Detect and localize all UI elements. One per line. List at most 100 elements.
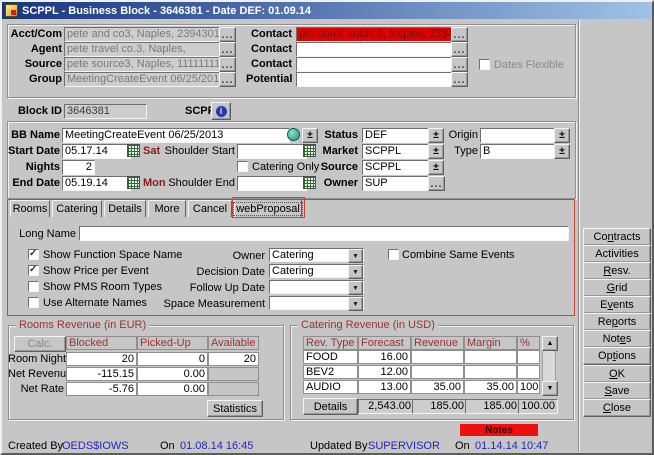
catering-cell: 16.00 [358,350,411,364]
shoulder-end-calendar-icon[interactable] [303,176,316,189]
origin-lov-button[interactable]: ± [554,128,570,143]
calc-button[interactable]: Calc. [14,336,66,352]
scroll-up-icon[interactable]: ▲ [542,336,558,351]
activities-button[interactable]: Activities [583,245,651,263]
tab-rooms[interactable]: Rooms [10,200,50,217]
close-button[interactable]: Close [583,399,651,417]
ok-button[interactable]: OK [583,365,651,383]
bb-source-label: Source [316,161,358,174]
start-dow-text: Sat [143,145,160,158]
dropdown-arrow-icon[interactable]: ▼ [348,249,363,263]
agent-field[interactable]: pete travel co.3, Naples, [64,42,223,57]
language-globe-icon[interactable] [287,128,300,141]
grid-button[interactable]: Grid [583,279,651,297]
contact3-ellipsis-button[interactable]: ... [451,57,468,72]
tab-more[interactable]: More [148,200,186,217]
shoulder-start-calendar-icon[interactable] [303,144,316,157]
combine-same-events-checkbox[interactable] [388,249,399,260]
shoulder-start-field[interactable] [237,144,307,159]
contact1-ellipsis-button[interactable]: ... [451,27,468,42]
origin-field[interactable] [480,128,558,143]
show-function-space-name-checkbox[interactable] [28,249,39,260]
tab-cancel[interactable]: Cancel [188,200,232,217]
start-date-calendar-icon[interactable] [127,144,140,157]
rooms-row-label: Room Nights [8,353,64,366]
contact1-label: Contact [246,28,292,41]
catering-cell: AUDIO [303,380,358,394]
combine-same-events-label: Combine Same Events [402,249,515,262]
created-on-label: On [160,441,175,452]
source-field[interactable]: pete source3, Naples, 1111111111 [64,57,223,72]
type-lov-button[interactable]: ± [554,144,570,159]
type-label: Type [438,145,478,158]
use-alternate-names-checkbox[interactable] [28,297,39,308]
follow-up-date-select[interactable]: ▼ [269,280,364,294]
source-ellipsis-button[interactable]: ... [219,57,236,72]
status-field[interactable]: DEF [362,128,432,143]
potential-label: Potential [246,73,292,86]
dropdown-arrow-icon[interactable]: ▼ [348,281,363,295]
decision-date-select[interactable]: Catering ▼ [269,264,364,278]
tab-catering[interactable]: Catering [52,200,102,217]
scroll-down-icon[interactable]: ▼ [542,381,558,396]
end-date-calendar-icon[interactable] [127,176,140,189]
dropdown-arrow-icon[interactable]: ▼ [348,265,363,279]
rooms-row-label: Net Rate [8,383,64,396]
catering-only-checkbox[interactable] [237,161,248,172]
bb-name-field[interactable]: MeetingCreateEvent 06/25/2013 [62,128,290,143]
save-button[interactable]: Save [583,382,651,400]
catering-total-forecast: 2,543.00 [358,399,414,414]
catering-col-pct: % [517,336,540,350]
agent-ellipsis-button[interactable]: ... [219,42,236,57]
rooms-revenue-title: Rooms Revenue (in EUR) [16,319,149,331]
contact1-field[interactable]: ptorson3, kuldif 3, Naples, 2334448555 [296,27,455,42]
bb-source-lov-button[interactable]: ± [428,160,444,175]
catering-cell [464,365,517,379]
acct-com-field[interactable]: pete and co3, Naples, 2394301212 [64,27,223,42]
start-date-field[interactable]: 05.17.14 [62,144,131,159]
options-button[interactable]: Options [583,347,651,365]
status-label: Status [316,129,358,142]
statistics-button[interactable]: Statistics [207,400,263,417]
contracts-button[interactable]: Contracts [583,228,651,246]
owner-ellipsis-button[interactable]: ... [428,176,445,191]
owner-field[interactable]: SUP [362,176,432,191]
notes-button[interactable]: Notes [583,330,651,348]
catering-cell: 12.00 [358,365,411,379]
tab-details[interactable]: Details [104,200,146,217]
show-pms-room-types-checkbox[interactable] [28,281,39,292]
block-id-label: Block ID [10,105,62,118]
bb-source-field[interactable]: SCPPL [362,160,432,175]
space-measurement-select[interactable]: ▼ [269,296,364,310]
events-button[interactable]: Events [583,296,651,314]
dropdown-arrow-icon[interactable]: ▼ [348,297,363,311]
tab-webproposal[interactable]: webProposal [234,199,302,218]
reports-button[interactable]: Reports [583,313,651,331]
resv-button[interactable]: Resv. [583,262,651,280]
catering-cell [411,350,464,364]
title-bar[interactable]: SCPPL - Business Block - 3646381 - Date … [2,2,652,19]
end-date-field[interactable]: 05.19.14 [62,176,131,191]
nights-field[interactable]: 2 [62,160,95,175]
long-name-field[interactable] [79,226,569,241]
details-button[interactable]: Details [303,398,358,415]
acct-com-ellipsis-button[interactable]: ... [219,27,236,42]
potential-ellipsis-button[interactable]: ... [451,72,468,87]
market-field[interactable]: SCPPL [362,144,432,159]
start-date-label: Start Date [8,145,60,158]
window-title: SCPPL - Business Block - 3646381 - Date … [22,5,311,17]
group-field[interactable]: MeetingCreateEvent 06/25/2013 [64,72,223,87]
shoulder-end-field[interactable] [237,176,307,191]
group-ellipsis-button[interactable]: ... [219,72,236,87]
type-field[interactable]: B [480,144,558,159]
contact2-field[interactable] [296,42,455,57]
wp-owner-select[interactable]: Catering ▼ [269,248,364,262]
contact3-label: Contact [246,58,292,71]
potential-field[interactable] [296,72,455,87]
dates-flexible-checkbox[interactable] [479,59,490,70]
contact3-field[interactable] [296,57,455,72]
property-info-button[interactable]: i [211,102,231,120]
catering-col-revenue: Revenue [411,336,464,350]
contact2-ellipsis-button[interactable]: ... [451,42,468,57]
show-price-per-event-checkbox[interactable] [28,265,39,276]
